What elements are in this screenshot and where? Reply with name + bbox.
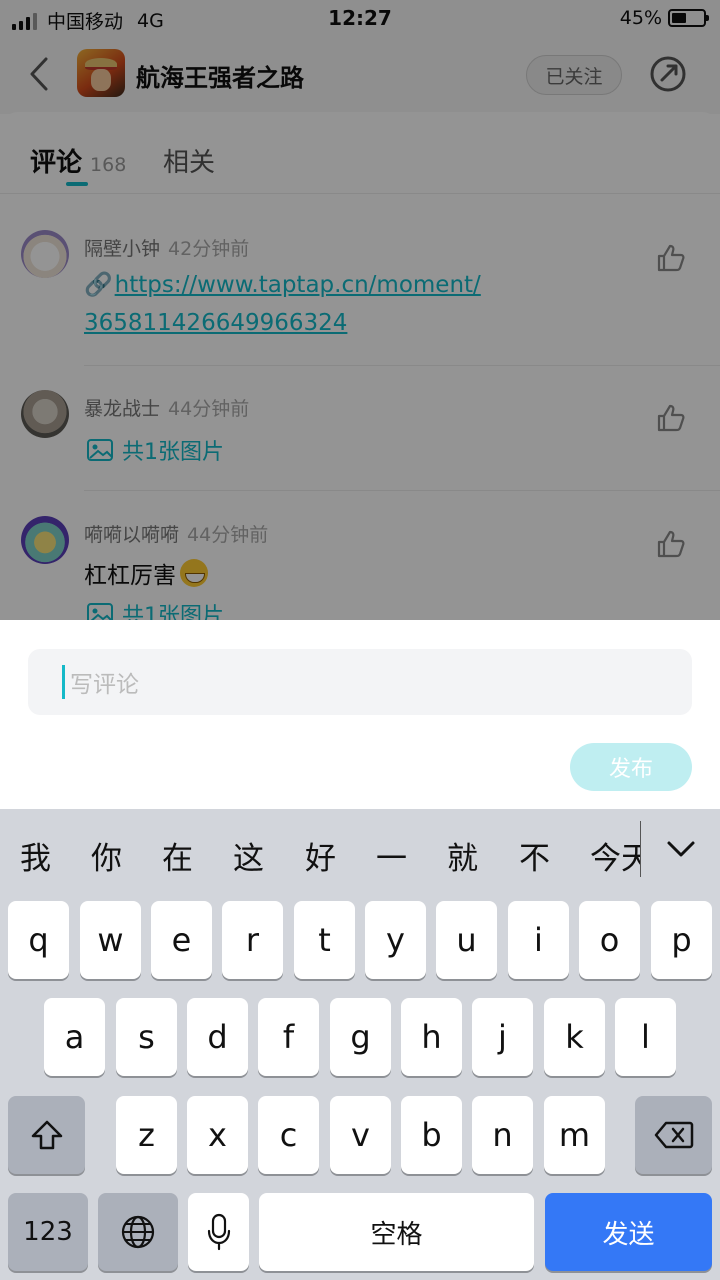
candidate-bar: 我 你 在 这 好 一 就 不 今天: [0, 809, 720, 895]
key-g[interactable]: g: [330, 998, 391, 1076]
candidate-word[interactable]: 你: [91, 833, 122, 878]
key-h[interactable]: h: [401, 998, 462, 1076]
mic-icon: [207, 1213, 230, 1251]
comment-placeholder: 写评论: [70, 672, 139, 698]
key-y[interactable]: y: [365, 901, 426, 979]
publish-button[interactable]: 发布: [570, 743, 692, 791]
candidate-word[interactable]: 好: [305, 833, 336, 878]
key-a[interactable]: a: [44, 998, 105, 1076]
send-key[interactable]: 发送: [545, 1193, 712, 1271]
key-q[interactable]: q: [8, 901, 69, 979]
key-v[interactable]: v: [330, 1096, 391, 1174]
key-c[interactable]: c: [258, 1096, 319, 1174]
key-z[interactable]: z: [116, 1096, 177, 1174]
key-k[interactable]: k: [544, 998, 605, 1076]
key-j[interactable]: j: [472, 998, 533, 1076]
key-o[interactable]: o: [579, 901, 640, 979]
candidate-word[interactable]: 就: [447, 833, 478, 878]
candidate-word[interactable]: 一: [376, 833, 407, 878]
candidate-word[interactable]: 在: [162, 833, 193, 878]
key-m[interactable]: m: [544, 1096, 605, 1174]
key-w[interactable]: w: [80, 901, 141, 979]
space-key[interactable]: 空格: [259, 1193, 534, 1271]
candidate-word[interactable]: 这: [233, 833, 264, 878]
comment-composer: 写评论 发布: [0, 620, 720, 809]
shift-key[interactable]: [8, 1096, 85, 1174]
candidate-word[interactable]: 不: [519, 833, 550, 878]
globe-key[interactable]: [98, 1193, 178, 1271]
key-d[interactable]: d: [187, 998, 248, 1076]
key-f[interactable]: f: [258, 998, 319, 1076]
key-r[interactable]: r: [222, 901, 283, 979]
key-x[interactable]: x: [187, 1096, 248, 1174]
candidate-word[interactable]: 我: [20, 833, 51, 878]
mic-key[interactable]: [188, 1193, 249, 1271]
shift-icon: [31, 1120, 62, 1150]
text-caret: [62, 665, 65, 699]
numbers-key[interactable]: 123: [8, 1193, 88, 1271]
comment-input[interactable]: 写评论: [28, 649, 692, 715]
key-e[interactable]: e: [151, 901, 212, 979]
key-i[interactable]: i: [508, 901, 569, 979]
key-l[interactable]: l: [615, 998, 676, 1076]
modal-backdrop[interactable]: [0, 0, 720, 620]
chevron-down-icon[interactable]: [664, 835, 698, 865]
key-s[interactable]: s: [116, 998, 177, 1076]
candidate-word[interactable]: 今天: [590, 833, 640, 878]
delete-icon: [654, 1121, 693, 1149]
key-b[interactable]: b: [401, 1096, 462, 1174]
key-u[interactable]: u: [436, 901, 497, 979]
key-p[interactable]: p: [651, 901, 712, 979]
key-n[interactable]: n: [472, 1096, 533, 1174]
keyboard: 我 你 在 这 好 一 就 不 今天 q w e r t y u i o p a…: [0, 809, 720, 1280]
key-t[interactable]: t: [294, 901, 355, 979]
delete-key[interactable]: [635, 1096, 712, 1174]
candidate-separator: [640, 821, 641, 877]
globe-icon: [121, 1215, 155, 1249]
